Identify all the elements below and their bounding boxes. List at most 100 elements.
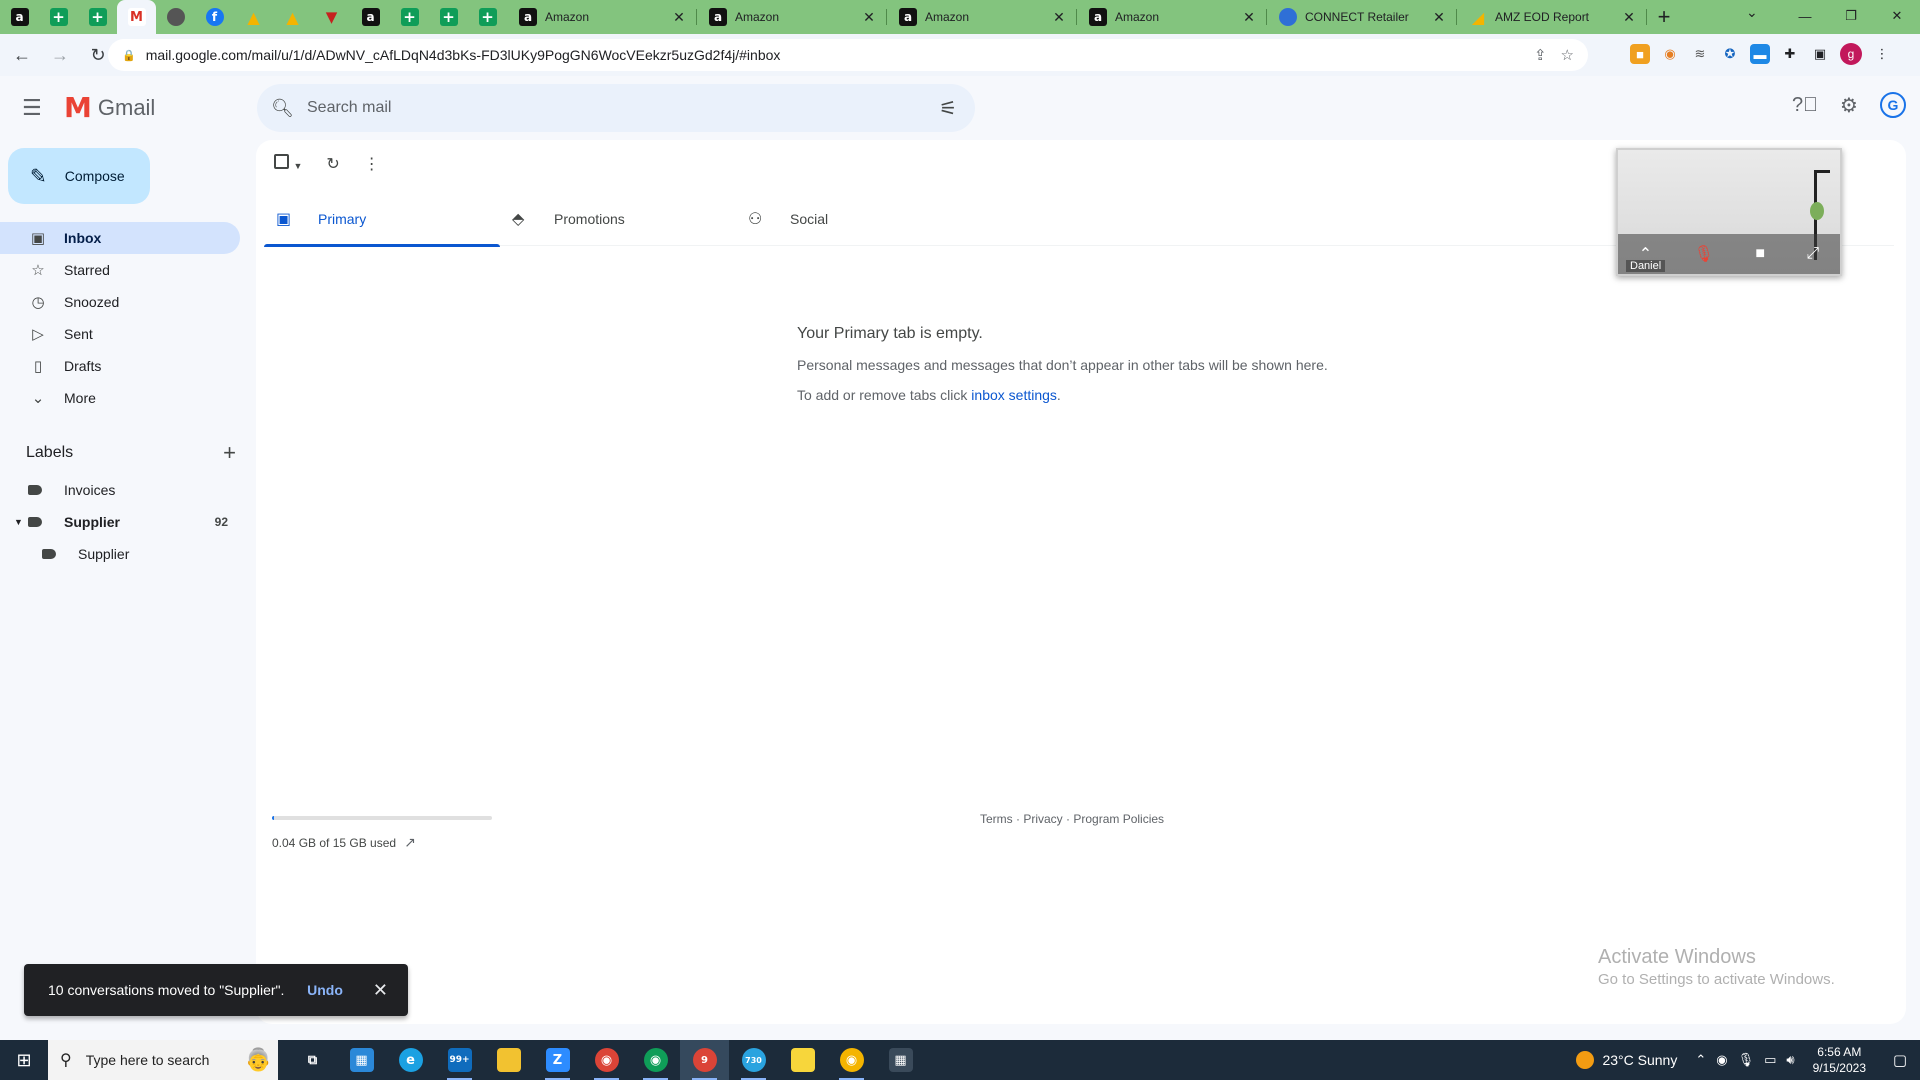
chrome-app[interactable]: ◉ bbox=[631, 1040, 680, 1080]
browser-tab[interactable]: CONNECT Retailer ✕ bbox=[1267, 0, 1457, 34]
volume-icon[interactable]: 🔊︎ bbox=[1786, 1052, 1794, 1068]
pinned-tab-drive[interactable]: ▲ bbox=[273, 0, 312, 34]
pinned-tab-sheets[interactable]: + bbox=[78, 0, 117, 34]
file-explorer-app[interactable] bbox=[484, 1040, 533, 1080]
gmail-logo[interactable]: M Gmail bbox=[64, 94, 155, 122]
extension-icon[interactable]: ≋ bbox=[1690, 44, 1710, 64]
clock[interactable]: 6:56 AM 9/15/2023 bbox=[1813, 1044, 1866, 1076]
new-tab-button[interactable]: + bbox=[1647, 0, 1681, 34]
search-icon[interactable]: 🔍︎ bbox=[271, 98, 295, 119]
pinned-tab-sheets[interactable]: + bbox=[429, 0, 468, 34]
notifications-icon[interactable]: ▢ bbox=[1880, 1051, 1920, 1069]
chevron-up-icon[interactable]: ⌃ bbox=[1695, 1052, 1706, 1068]
label-item-invoices[interactable]: Invoices bbox=[0, 474, 240, 506]
weather-text[interactable]: 23°C Sunny bbox=[1602, 1052, 1677, 1068]
lock-icon[interactable]: 🔒 bbox=[122, 49, 136, 62]
video-call-overlay[interactable]: ⌃ 🎙︎ ■ ⤢ Daniel bbox=[1616, 148, 1842, 276]
privacy-link[interactable]: Privacy bbox=[1023, 812, 1062, 826]
add-label-icon[interactable]: + bbox=[223, 440, 236, 466]
taskbar-search[interactable]: ⚲ Type here to search 👵 bbox=[48, 1040, 278, 1080]
browser-tab[interactable]: ◢ AMZ EOD Report ✕ bbox=[1457, 0, 1647, 34]
close-icon[interactable]: ✕ bbox=[671, 9, 687, 26]
tab-primary[interactable]: ▣ Primary bbox=[264, 192, 500, 247]
caret-down-icon[interactable]: ▼ bbox=[293, 161, 302, 171]
minimize-icon[interactable]: — bbox=[1782, 0, 1828, 32]
mail-app[interactable]: 99+ bbox=[435, 1040, 484, 1080]
label-item-supplier[interactable]: ▼ Supplier 92 bbox=[0, 506, 240, 538]
telegram-app[interactable]: 730 bbox=[729, 1040, 778, 1080]
sidebar-item-more[interactable]: ⌄ More bbox=[0, 382, 240, 414]
chrome-app[interactable]: ◉ bbox=[827, 1040, 876, 1080]
sidebar-item-sent[interactable]: ▷ Sent bbox=[0, 318, 240, 350]
sidebar-item-snoozed[interactable]: ◷ Snoozed bbox=[0, 286, 240, 318]
camera-icon[interactable]: ■ bbox=[1755, 245, 1765, 263]
sidebar-item-inbox[interactable]: ▣ Inbox bbox=[0, 222, 240, 254]
pinned-tab-facebook[interactable]: f bbox=[195, 0, 234, 34]
store-app[interactable]: ▦ bbox=[337, 1040, 386, 1080]
pinned-tab-site[interactable]: ▼ bbox=[312, 0, 351, 34]
sticky-notes-app[interactable] bbox=[778, 1040, 827, 1080]
extension-icon[interactable]: ◉ bbox=[1660, 44, 1680, 64]
windows-start-icon[interactable]: ⊞ bbox=[0, 1040, 48, 1080]
zoom-app[interactable]: Z bbox=[533, 1040, 582, 1080]
chrome-app[interactable]: 9 bbox=[680, 1040, 729, 1080]
refresh-icon[interactable]: ↻ bbox=[326, 154, 339, 174]
close-icon[interactable]: ✕ bbox=[1051, 9, 1067, 26]
pinned-tab-gmail[interactable]: M bbox=[117, 0, 156, 34]
label-item-supplier-sub[interactable]: Supplier bbox=[0, 538, 240, 570]
browser-tab[interactable]: a Amazon ✕ bbox=[1077, 0, 1267, 34]
browser-tab[interactable]: a Amazon ✕ bbox=[507, 0, 697, 34]
menu-icon[interactable]: ⋮ bbox=[1872, 44, 1892, 64]
open-external-icon[interactable]: ↗ bbox=[404, 834, 416, 851]
close-icon[interactable]: ✕ bbox=[373, 980, 388, 1001]
terms-link[interactable]: Terms bbox=[980, 812, 1013, 826]
pinned-tab-sheets[interactable]: + bbox=[39, 0, 78, 34]
expand-caret-icon[interactable]: ▼ bbox=[14, 517, 23, 527]
sidebar-item-drafts[interactable]: ▯ Drafts bbox=[0, 350, 240, 382]
tab-search-icon[interactable]: ⌄ bbox=[1746, 4, 1758, 21]
extension-icon[interactable]: ▬ bbox=[1750, 44, 1770, 64]
more-options-icon[interactable]: ⋮ bbox=[364, 154, 380, 174]
chrome-app[interactable]: ◉ bbox=[582, 1040, 631, 1080]
mic-off-icon[interactable]: 🎙︎ bbox=[1694, 244, 1714, 264]
sidebar-item-starred[interactable]: ☆ Starred bbox=[0, 254, 240, 286]
pinned-tab-amazon[interactable]: a bbox=[351, 0, 390, 34]
help-icon[interactable]: ?⃝ bbox=[1792, 92, 1818, 118]
browser-tab[interactable]: a Amazon ✕ bbox=[887, 0, 1077, 34]
gear-icon[interactable]: ⚙ bbox=[1836, 92, 1862, 118]
close-icon[interactable]: ✕ bbox=[1241, 9, 1257, 26]
calculator-app[interactable]: ▦ bbox=[876, 1040, 925, 1080]
inbox-settings-link[interactable]: inbox settings bbox=[971, 387, 1057, 403]
pinned-tab-sheets[interactable]: + bbox=[390, 0, 429, 34]
close-icon[interactable]: ✕ bbox=[861, 9, 877, 26]
compose-button[interactable]: ✎ Compose bbox=[8, 148, 150, 204]
select-checkbox[interactable]: ▼ bbox=[274, 154, 302, 174]
task-view-button[interactable]: ⧉ bbox=[288, 1040, 337, 1080]
search-options-icon[interactable]: ⚟ bbox=[939, 96, 957, 121]
mic-icon[interactable]: 🎙︎ bbox=[1738, 1052, 1755, 1068]
network-icon[interactable]: ▭ bbox=[1764, 1052, 1776, 1068]
browser-tab[interactable]: a Amazon ✕ bbox=[697, 0, 887, 34]
tab-social[interactable]: ⚇ Social bbox=[736, 192, 972, 246]
account-icon[interactable]: G bbox=[1880, 92, 1906, 118]
side-panel-icon[interactable]: ▣ bbox=[1810, 44, 1830, 64]
edge-app[interactable]: e bbox=[386, 1040, 435, 1080]
back-icon[interactable]: ← bbox=[6, 39, 38, 71]
extension-icon[interactable]: ✪ bbox=[1720, 44, 1740, 64]
extension-icon[interactable]: ■ bbox=[1630, 44, 1650, 64]
close-icon[interactable]: ✕ bbox=[1621, 9, 1637, 26]
pinned-tab-sheets[interactable]: + bbox=[468, 0, 507, 34]
bookmark-star-icon[interactable]: ☆ bbox=[1561, 46, 1574, 64]
tab-promotions[interactable]: ⬘ Promotions bbox=[500, 192, 736, 246]
puzzle-icon[interactable]: ✚ bbox=[1780, 44, 1800, 64]
address-bar[interactable]: 🔒 mail.google.com/mail/u/1/d/ADwNV_cAfLD… bbox=[108, 39, 1588, 71]
record-icon[interactable]: ◉ bbox=[1716, 1052, 1727, 1068]
profile-avatar[interactable]: g bbox=[1840, 43, 1862, 65]
pinned-tab-site[interactable] bbox=[156, 0, 195, 34]
program-policies-link[interactable]: Program Policies bbox=[1073, 812, 1164, 826]
expand-icon[interactable]: ⤢ bbox=[1806, 245, 1819, 263]
close-icon[interactable]: ✕ bbox=[1431, 9, 1447, 26]
share-icon[interactable]: ⇪ bbox=[1534, 46, 1547, 64]
undo-button[interactable]: Undo bbox=[307, 982, 343, 998]
pinned-tab-drive[interactable]: ▲ bbox=[234, 0, 273, 34]
